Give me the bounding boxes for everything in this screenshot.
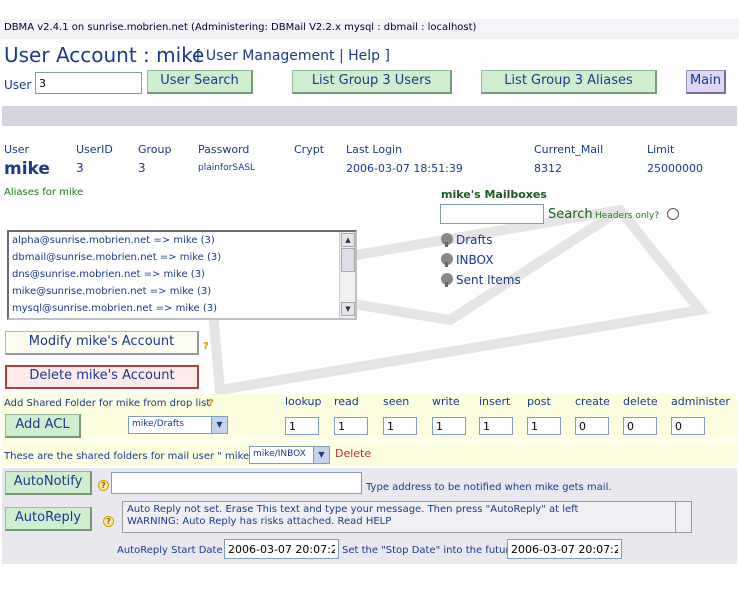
acl-lookup-input[interactable]: [285, 417, 319, 435]
acl-create-input[interactable]: [575, 417, 609, 435]
acl-header-post: post: [527, 395, 551, 408]
header-last-login: Last Login: [346, 143, 403, 156]
app-version-bar: DBMA v2.4.1 on sunrise.mobrien.net (Admi…: [0, 19, 739, 39]
acl-administer-input[interactable]: [671, 417, 705, 435]
header-limit: Limit: [647, 143, 675, 156]
acl-header-delete: delete: [623, 395, 658, 408]
textarea-scrollbar[interactable]: [675, 502, 691, 532]
user-management-link[interactable]: User Management: [206, 48, 335, 64]
main-button[interactable]: Main: [686, 70, 726, 94]
header-user: User: [4, 143, 30, 156]
acl-header-write: write: [432, 395, 460, 408]
list-group-users-button[interactable]: List Group 3 Users: [292, 70, 452, 94]
autoreply-button[interactable]: AutoReply: [5, 507, 92, 531]
autonotify-button[interactable]: AutoNotify: [5, 471, 92, 495]
page-title: User Account : mike: [4, 43, 205, 67]
acl-delete-input[interactable]: [623, 417, 657, 435]
acl-header-lookup: lookup: [285, 395, 322, 408]
acl-read-input[interactable]: [334, 417, 368, 435]
scroll-down-icon[interactable]: ▼: [341, 302, 355, 316]
mailboxes-title: mike's Mailboxes: [441, 188, 547, 201]
alias-item[interactable]: dns@sunrise.mobrien.net => mike (3): [9, 266, 355, 283]
chevron-down-icon[interactable]: ▼: [313, 447, 329, 463]
account-user: mike: [4, 159, 50, 179]
folder-icon: [441, 273, 453, 287]
autoreply-start-label: AutoReply Start Date :: [117, 545, 230, 556]
header-password: Password: [198, 143, 250, 156]
autonotify-input[interactable]: [111, 472, 362, 494]
folder-icon: [441, 233, 453, 247]
user-search-button[interactable]: User Search: [147, 70, 253, 94]
help-icon[interactable]: ?: [203, 341, 209, 352]
help-icon[interactable]: ?: [103, 516, 114, 527]
alias-item[interactable]: alpha@sunrise.mobrien.net => mike (3): [9, 232, 355, 249]
shared-folders-text: These are the shared folders for mail us…: [4, 451, 261, 462]
modify-account-button[interactable]: Modify mike's Account: [5, 331, 199, 355]
aliases-listbox[interactable]: alpha@sunrise.mobrien.net => mike (3) db…: [7, 230, 357, 320]
mailbox-drafts[interactable]: Drafts: [441, 233, 493, 247]
add-acl-button[interactable]: Add ACL: [5, 414, 81, 438]
title-links: [ User Management | Help ]: [196, 48, 390, 64]
acl-insert-input[interactable]: [479, 417, 513, 435]
mailbox-inbox[interactable]: INBOX: [441, 253, 493, 267]
mailbox-search-input[interactable]: [440, 204, 544, 224]
scroll-up-icon[interactable]: ▲: [341, 233, 355, 247]
header-group: Group: [138, 143, 172, 156]
account-current-mail: 8312: [534, 162, 562, 175]
autoreply-start-input[interactable]: [224, 539, 339, 559]
acl-post-input[interactable]: [527, 417, 561, 435]
account-last-login: 2006-03-07 18:51:39: [346, 162, 463, 175]
account-userid: 3: [76, 161, 84, 175]
autonotify-hint: Type address to be notified when mike ge…: [366, 482, 612, 493]
autoreply-stop-label: Set the "Stop Date" into the future:: [342, 545, 519, 556]
autoreply-stop-input[interactable]: [507, 539, 622, 559]
acl-header-insert: insert: [479, 395, 511, 408]
acl-header-seen: seen: [383, 395, 410, 408]
separator-band: [2, 106, 737, 126]
header-current-mail: Current_Mail: [534, 143, 604, 156]
list-group-aliases-button[interactable]: List Group 3 Aliases: [481, 70, 657, 94]
folder-icon: [441, 253, 453, 267]
acl-header-create: create: [575, 395, 610, 408]
alias-item[interactable]: mysql@sunrise.mobrien.net => mike (3): [9, 300, 355, 317]
headers-only-radio[interactable]: [667, 208, 679, 220]
alias-item[interactable]: dbmail@sunrise.mobrien.net => mike (3): [9, 249, 355, 266]
help-icon[interactable]: ?: [98, 480, 109, 491]
mailbox-search-label[interactable]: Search: [548, 207, 593, 222]
header-userid: UserID: [76, 143, 113, 156]
acl-folder-select[interactable]: mike/Drafts ▼: [128, 416, 228, 434]
chevron-down-icon[interactable]: ▼: [211, 417, 227, 433]
account-limit: 25000000: [647, 162, 703, 175]
account-password: plainforSASL: [198, 163, 256, 173]
help-link[interactable]: Help: [348, 48, 380, 64]
headers-only-label: Headers only?: [595, 211, 660, 221]
acl-title: Add Shared Folder for mike from drop lis…: [4, 398, 211, 409]
user-search-input[interactable]: [35, 72, 142, 94]
help-icon[interactable]: ?: [208, 398, 214, 409]
aliases-scrollbar[interactable]: ▲ ▼: [339, 232, 355, 318]
acl-header-read: read: [334, 395, 359, 408]
user-label: User: [4, 78, 32, 92]
acl-header-administer: administer: [671, 395, 730, 408]
aliases-title: Aliases for mike: [4, 187, 84, 198]
alias-item[interactable]: mike@sunrise.mobrien.net => mike (3): [9, 283, 355, 300]
shared-folder-select[interactable]: mike/INBOX ▼: [249, 446, 330, 464]
shared-delete-link[interactable]: Delete: [335, 447, 371, 460]
scroll-thumb[interactable]: [341, 248, 355, 272]
acl-seen-input[interactable]: [383, 417, 417, 435]
mailbox-sent-items[interactable]: Sent Items: [441, 273, 521, 287]
autoreply-message-textarea[interactable]: Auto Reply not set. Erase This text and …: [122, 501, 692, 533]
account-group: 3: [138, 161, 146, 175]
acl-write-input[interactable]: [432, 417, 466, 435]
delete-account-button[interactable]: Delete mike's Account: [5, 365, 199, 389]
header-crypt: Crypt: [294, 143, 325, 156]
